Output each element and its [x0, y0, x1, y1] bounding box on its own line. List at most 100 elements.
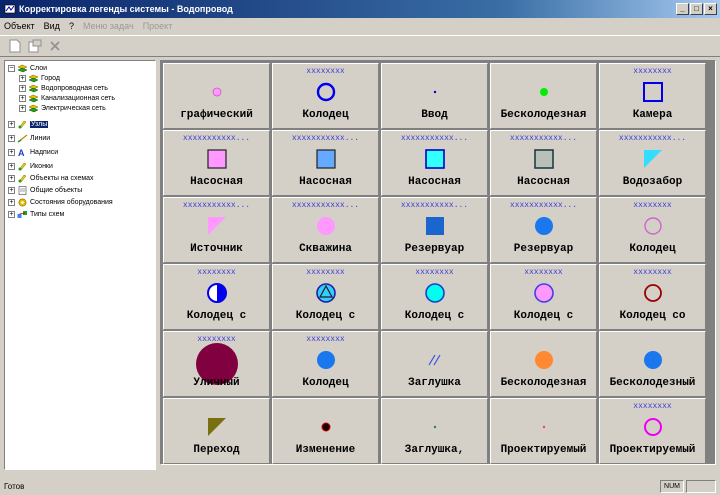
tile-label: Колодец с	[513, 310, 574, 322]
tile-label: Заглушка	[408, 377, 461, 389]
tile-label: Изменение	[295, 444, 356, 456]
maximize-button[interactable]: □	[690, 3, 703, 15]
app-icon	[4, 4, 16, 14]
tree-item[interactable]: + Электрическая сеть	[19, 103, 106, 113]
menu-tasks[interactable]: Меню задач	[83, 21, 134, 31]
tree-expander[interactable]: +	[8, 162, 15, 170]
legend-tile[interactable]: xxxxxxxx Колодец с	[163, 264, 270, 330]
olive-triangle-icon	[164, 415, 269, 439]
legend-tile[interactable]: xxxxxxxxxxx... Скважина	[272, 197, 379, 263]
tree-expander[interactable]: +	[19, 74, 26, 82]
magenta-ring-icon	[600, 415, 705, 439]
close-button[interactable]: ×	[704, 3, 717, 15]
legend-tile[interactable]: xxxxxxxx Колодец с	[381, 264, 488, 330]
tile-label: Насосная	[517, 176, 570, 188]
tree-item[interactable]: + Типы схем	[8, 209, 64, 219]
legend-tile[interactable]: Заглушка,	[381, 398, 488, 464]
tree-item[interactable]: + Иконки	[8, 161, 53, 171]
tree-item[interactable]: + Водопроводная сеть	[19, 83, 108, 93]
tree-expander[interactable]: +	[8, 174, 15, 182]
legend-tile[interactable]: xxxxxxxx Уличный	[163, 331, 270, 397]
tile-label: Ввод	[421, 109, 448, 121]
legend-tile[interactable]: Ввод	[381, 63, 488, 129]
tree-item[interactable]: + A Надписи	[8, 147, 58, 157]
tile-caption: xxxxxxxxxxx...	[291, 201, 360, 210]
layer-icon	[17, 64, 28, 73]
tile-label: Колодец с	[404, 310, 465, 322]
legend-tile[interactable]: Проектируемый	[490, 398, 597, 464]
tree-expander[interactable]: +	[8, 210, 15, 218]
tile-caption: xxxxxxxx	[633, 402, 672, 411]
tile-caption: xxxxxxxxxxx...	[182, 201, 251, 210]
tree-expander[interactable]: +	[8, 134, 15, 142]
tree-item[interactable]: + Линии	[8, 133, 50, 143]
new-button[interactable]	[6, 37, 24, 55]
tree-expander[interactable]: +	[8, 148, 15, 156]
toolbar	[0, 35, 720, 57]
legend-tile[interactable]: xxxxxxxx Колодец	[272, 63, 379, 129]
tree-item-label: Объекты на схемах	[30, 174, 94, 182]
legend-tile[interactable]: Заглушка	[381, 331, 488, 397]
title-bar[interactable]: Корректировка легенды системы - Водопров…	[0, 0, 720, 18]
legend-tile[interactable]: xxxxxxxxxxx... Насосная	[163, 130, 270, 196]
legend-tile[interactable]: xxxxxxxxxxx... Насосная	[490, 130, 597, 196]
tile-caption: xxxxxxxx	[633, 268, 672, 277]
gear-icon	[17, 198, 28, 207]
tree-item[interactable]: + Канализационная сеть	[19, 93, 115, 103]
tree-item[interactable]: + Город	[19, 73, 60, 83]
tile-label: Переход	[193, 444, 240, 456]
legend-tile[interactable]: xxxxxxxxxxx... Источник	[163, 197, 270, 263]
tree-expander[interactable]: +	[8, 198, 15, 206]
num-lock-indicator: NUM	[660, 480, 684, 493]
legend-tile[interactable]: Бесколодезная	[490, 63, 597, 129]
tree-expander[interactable]: +	[19, 104, 26, 112]
green-dot-icon	[491, 80, 596, 104]
layer-icon	[28, 74, 39, 83]
legend-tile[interactable]: xxxxxxxx Колодец	[272, 331, 379, 397]
legend-grid: графический xxxxxxxx Колодец Ввод Бесколодез…	[160, 60, 716, 465]
legend-tile[interactable]: графический	[163, 63, 270, 129]
layer-icon	[28, 104, 39, 113]
legend-tile[interactable]: xxxxxxxx Колодец	[599, 197, 706, 263]
menu-object[interactable]: Объект	[4, 21, 35, 31]
legend-tile[interactable]: Изменение	[272, 398, 379, 464]
legend-tile[interactable]: xxxxxxxx Проектируемый	[599, 398, 706, 464]
legend-tile[interactable]: Бесколодезная	[490, 331, 597, 397]
text-icon: A	[17, 148, 28, 157]
menu-help[interactable]: ?	[69, 21, 74, 31]
tree-item[interactable]: + Состояния оборудования	[8, 197, 113, 207]
delete-button[interactable]	[46, 37, 64, 55]
tree-item-label: Иконки	[30, 162, 53, 170]
tile-label: Бесколодезная	[500, 109, 587, 121]
menu-project[interactable]: Проект	[143, 21, 173, 31]
teal-square-icon	[491, 147, 596, 171]
tile-label: Насосная	[299, 176, 352, 188]
tree-expander[interactable]: +	[19, 84, 26, 92]
legend-tree[interactable]: − Слои + Город + Водопроводная сеть + Канализац…	[4, 60, 156, 470]
legend-tile[interactable]: Переход	[163, 398, 270, 464]
tree-expander[interactable]: +	[19, 94, 26, 102]
properties-button[interactable]	[26, 37, 44, 55]
tree-item[interactable]: + Общие объекты	[8, 185, 82, 195]
delete-icon	[50, 41, 60, 51]
tile-caption: xxxxxxxx	[306, 268, 345, 277]
legend-tile[interactable]: xxxxxxxxxxx... Резервуар	[490, 197, 597, 263]
legend-tile[interactable]: xxxxxxxxxxx... Насосная	[272, 130, 379, 196]
legend-tile[interactable]: xxxxxxxx Колодец со	[599, 264, 706, 330]
legend-tile[interactable]: xxxxxxxx Колодец с	[272, 264, 379, 330]
legend-tile[interactable]: xxxxxxxxxxx... Насосная	[381, 130, 488, 196]
tree-expander[interactable]: −	[8, 64, 15, 72]
menu-view[interactable]: Вид	[44, 21, 60, 31]
tile-label: Скважина	[299, 243, 352, 255]
tree-item[interactable]: + Узлы	[8, 119, 49, 129]
minimize-button[interactable]: _	[676, 3, 689, 15]
legend-tile[interactable]: Бесколодезный	[599, 331, 706, 397]
legend-tile[interactable]: xxxxxxxxxxx... Водозабор	[599, 130, 706, 196]
tree-expander[interactable]: +	[8, 186, 15, 194]
legend-tile[interactable]: xxxxxxxx Камера	[599, 63, 706, 129]
tree-item[interactable]: + Объекты на схемах	[8, 173, 94, 183]
tree-item[interactable]: − Слои	[8, 63, 47, 73]
legend-tile[interactable]: xxxxxxxx Колодец с	[490, 264, 597, 330]
tree-expander[interactable]: +	[8, 120, 15, 128]
legend-tile[interactable]: xxxxxxxxxxx... Резервуар	[381, 197, 488, 263]
